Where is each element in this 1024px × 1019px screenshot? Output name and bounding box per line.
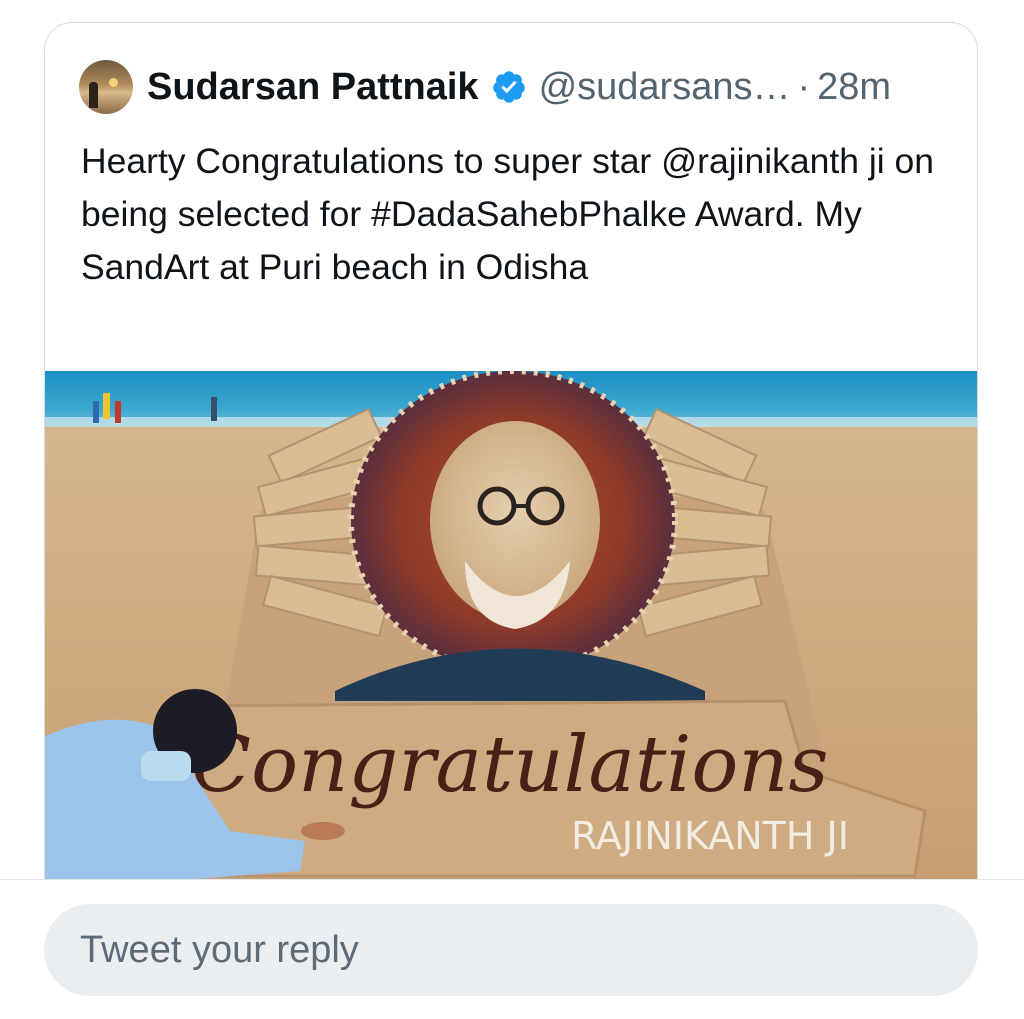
handle[interactable]: @sudarsans…	[539, 66, 791, 109]
svg-text:Congratulations: Congratulations	[191, 720, 828, 810]
tweet-card[interactable]: Sudarsan Pattnaik @sudarsans… · 28m Hear…	[44, 22, 978, 880]
verified-badge-icon	[492, 71, 525, 103]
tweet-text: Hearty Congratulations to super star @ra…	[81, 141, 934, 287]
tweet-media-image[interactable]: Congratulations RAJINIKANTH JI	[45, 371, 978, 880]
display-name[interactable]: Sudarsan Pattnaik	[147, 66, 479, 109]
tweet-header: Sudarsan Pattnaik @sudarsans… · 28m	[79, 59, 891, 115]
reply-placeholder: Tweet your reply	[80, 928, 359, 971]
timestamp[interactable]: 28m	[817, 66, 891, 109]
separator-dot: ·	[797, 65, 811, 108]
reply-input[interactable]: Tweet your reply	[44, 904, 978, 996]
divider	[0, 879, 1024, 880]
svg-text:RAJINIKANTH JI: RAJINIKANTH JI	[571, 814, 849, 858]
avatar[interactable]	[79, 60, 133, 114]
